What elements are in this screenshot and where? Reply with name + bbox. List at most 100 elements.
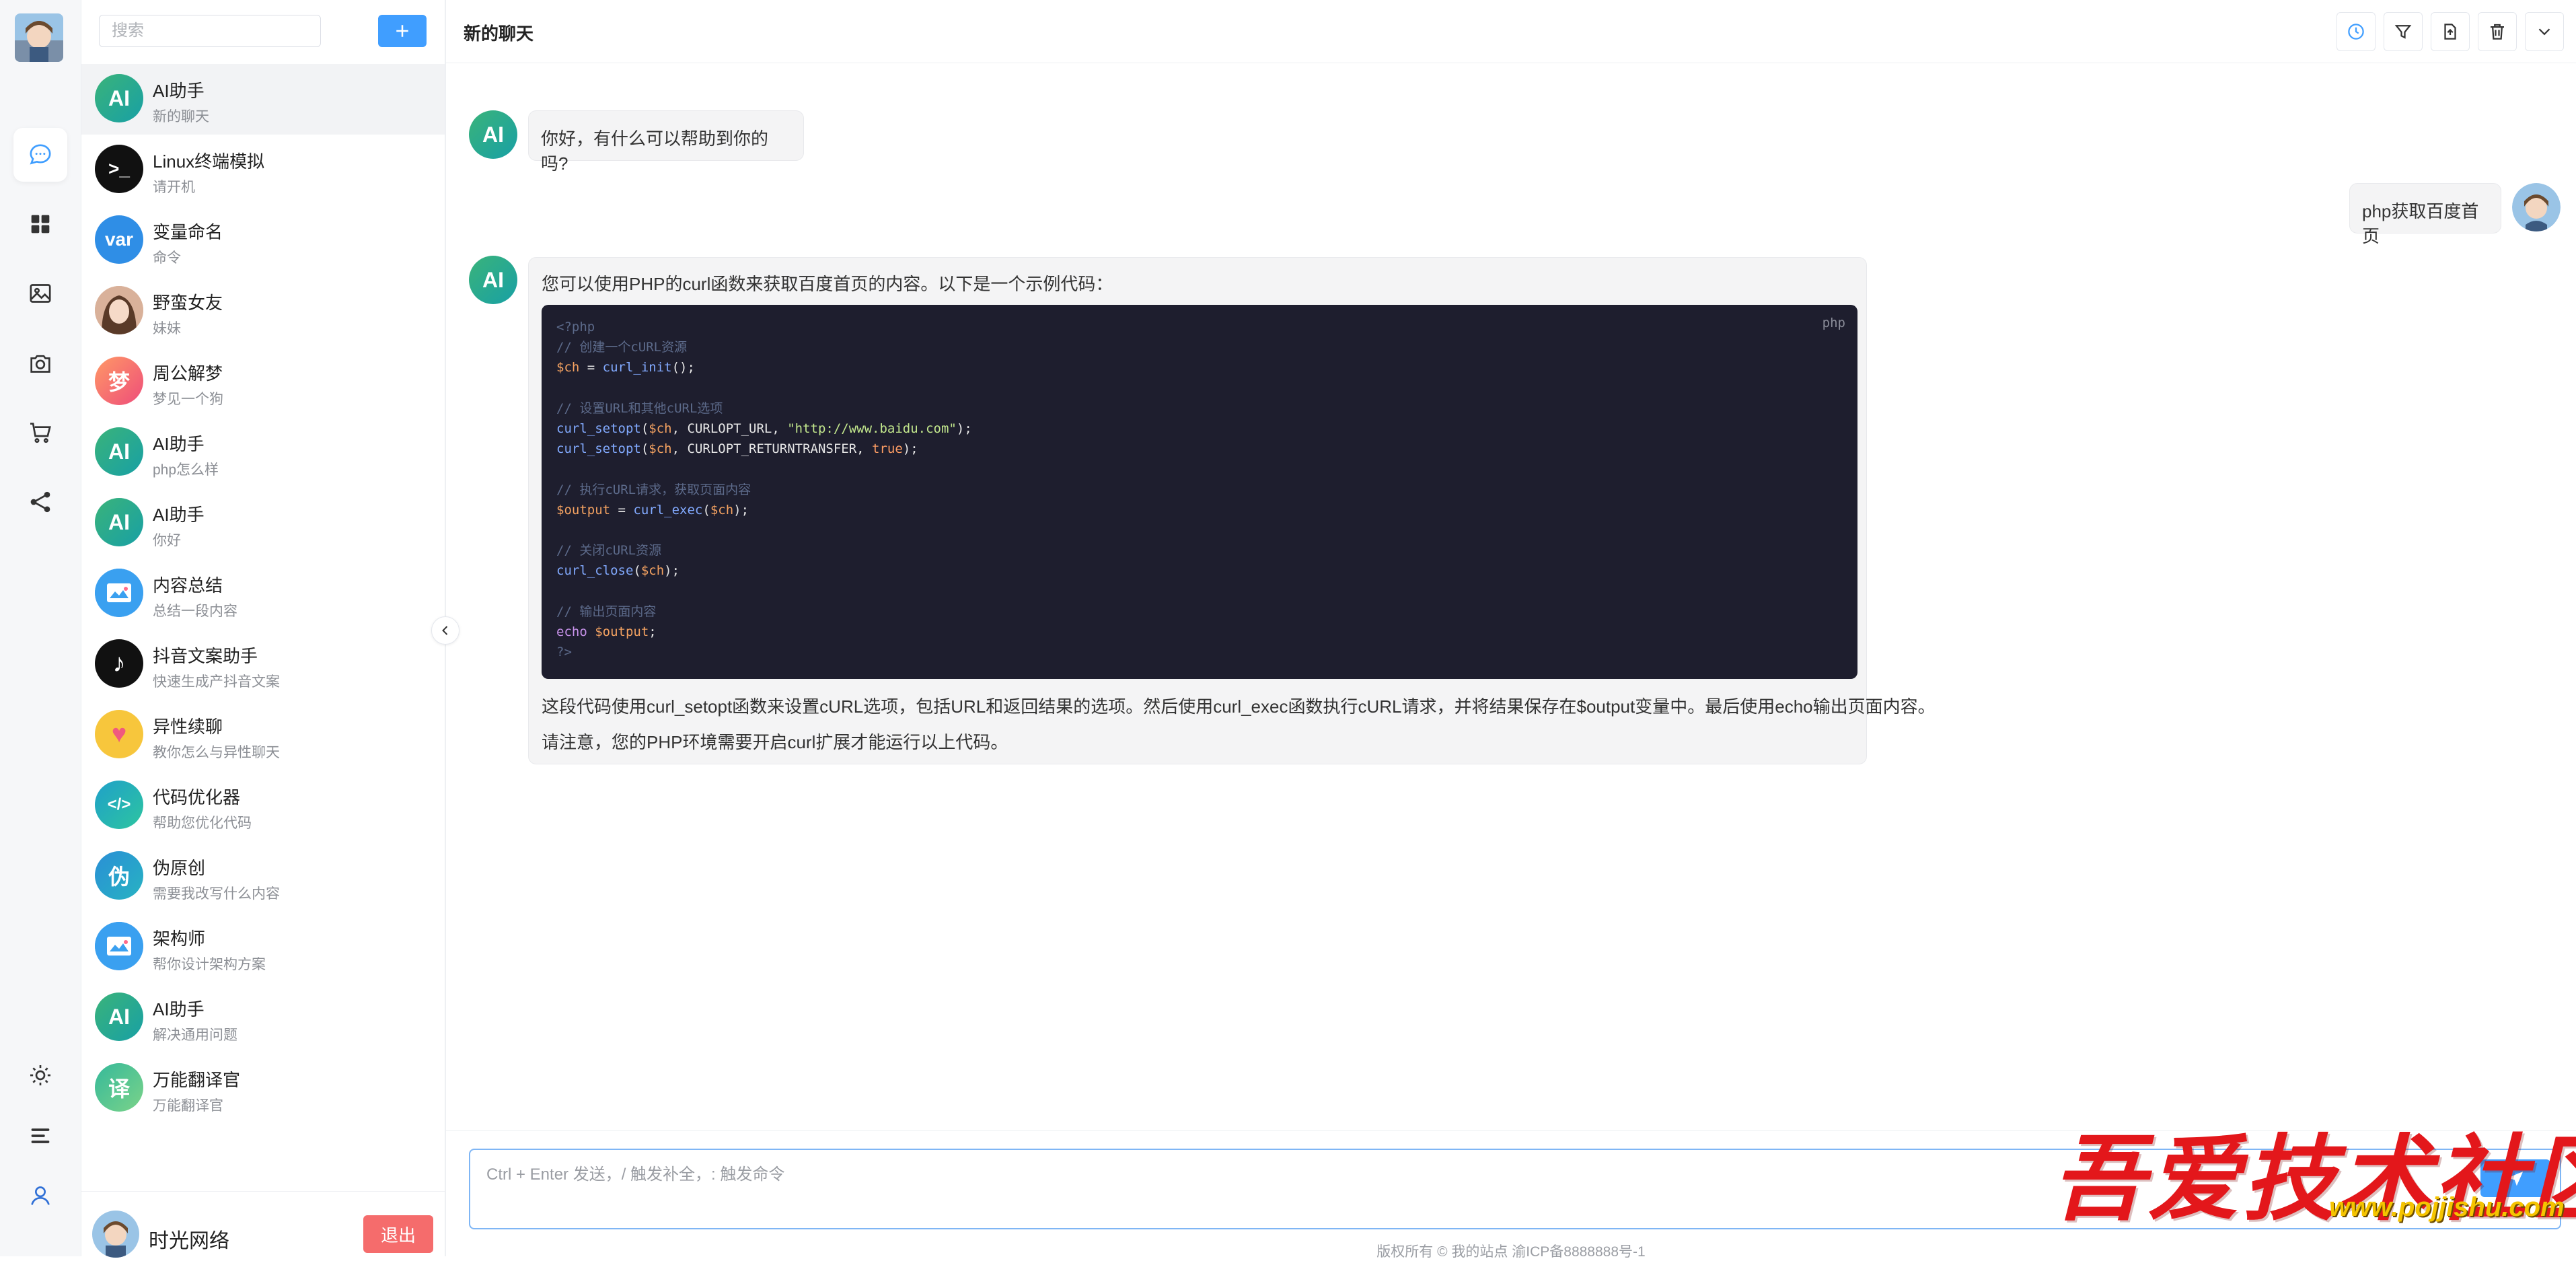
chat-list-item[interactable]: 伪 伪原创 需要我改写什么内容 (81, 841, 445, 912)
chat-header: 新的聊天 (446, 0, 2576, 63)
rail-theme-button[interactable] (13, 1048, 67, 1102)
chat-list-item[interactable]: 野蛮女友 妹妹 (81, 276, 445, 347)
code-line: curl_setopt($ch, CURLOPT_URL, "http://ww… (556, 421, 972, 436)
architect-icon (95, 922, 143, 970)
chat-title: Linux终端模拟 (153, 151, 265, 172)
export-icon (2444, 24, 2456, 40)
chat-list-item[interactable]: AI AI助手 php怎么样 (81, 417, 445, 488)
rail-profile-button[interactable] (13, 1169, 67, 1223)
delete-button[interactable] (2478, 12, 2517, 51)
chat-main: 新的聊天 AI 你好，有什么可以帮助到你的吗? php获取百度首页 AI 您可以… (446, 0, 2576, 1260)
heart-icon: ♥ (95, 710, 143, 758)
rail-chat-button[interactable] (13, 128, 67, 182)
code-line: ?> (556, 645, 572, 659)
logout-button[interactable]: 退出 (363, 1215, 433, 1253)
chat-title: 异性续聊 (153, 717, 223, 737)
chat-list-item[interactable]: AI AI助手 解决通用问题 (81, 982, 445, 1053)
menu-icon (31, 1128, 50, 1143)
chat-list: AI AI助手 新的聊天 >_ Linux终端模拟 请开机 var 变量命名 命… (81, 64, 445, 1124)
chat-list-item[interactable]: 架构师 帮你设计架构方案 (81, 912, 445, 982)
reply-note: 请注意，您的PHP环境需要开启curl扩展才能运行以上代码。 (542, 732, 1008, 752)
user-avatar (2512, 183, 2561, 231)
chat-title: AI助手 (153, 81, 205, 101)
chat-avatar: AI (95, 993, 143, 1041)
chat-avatar: 译 (95, 1063, 143, 1112)
sidebar-footer: 时光网络 退出 (81, 1191, 445, 1258)
clock-icon (2348, 24, 2364, 40)
chat-avatar: 梦 (95, 357, 143, 405)
chat-list-item[interactable]: AI AI助手 新的聊天 (81, 64, 445, 135)
chat-list-item[interactable]: AI AI助手 你好 (81, 488, 445, 559)
chat-subtitle: 帮助您优化代码 (153, 816, 252, 831)
tiktok-icon: ♪ (95, 639, 143, 688)
cart-icon (30, 423, 51, 443)
chat-title: AI助手 (153, 999, 205, 1019)
trash-icon (2491, 24, 2504, 40)
ai-avatar: AI (469, 256, 517, 304)
chat-avatar: AI (95, 74, 143, 122)
left-rail (0, 0, 81, 1256)
more-button[interactable] (2525, 12, 2564, 51)
ai-avatar: AI (469, 110, 517, 159)
filter-button[interactable] (2384, 12, 2423, 51)
user-name: 时光网络 (149, 1230, 229, 1252)
chat-subtitle: 梦见一个狗 (153, 392, 223, 407)
search-input[interactable] (99, 15, 321, 47)
app-logo[interactable] (15, 13, 63, 62)
chat-title: 架构师 (153, 929, 206, 949)
user-message-bubble: php获取百度首页 (2349, 183, 2501, 246)
chat-subtitle: 快速生成产抖音文案 (153, 674, 280, 690)
chat-title: AI助手 (153, 434, 205, 454)
filter-icon (2394, 25, 2412, 39)
code-line: $output = curl_exec($ch); (556, 502, 749, 517)
chat-title: 抖音文案助手 (153, 646, 258, 666)
chat-list-item[interactable]: >_ Linux终端模拟 请开机 (81, 135, 445, 205)
image-icon (30, 284, 51, 303)
chat-list-item[interactable]: ♥ 异性续聊 教你怎么与异性聊天 (81, 700, 445, 770)
chat-avatar: 伪 (95, 851, 143, 900)
chat-title: 变量命名 (153, 222, 223, 242)
rail-share-button[interactable] (13, 475, 67, 529)
ai-message-bubble: 您可以使用PHP的curl函数来获取百度首页的内容。以下是一个示例代码： php… (528, 257, 1936, 764)
grid-icon (31, 215, 50, 233)
message-text: 你好，有什么可以帮助到你的吗? (541, 129, 769, 174)
chat-subtitle: 命令 (153, 250, 181, 266)
chat-subtitle: php怎么样 (153, 462, 219, 478)
reply-intro: 您可以使用PHP的curl函数来获取百度首页的内容。以下是一个示例代码： (542, 274, 1113, 294)
rail-camera-button[interactable] (13, 336, 67, 390)
code-icon: </> (95, 781, 143, 829)
chat-avatar: var (95, 215, 143, 264)
code-language-label: php (1822, 316, 1845, 330)
code-line: // 关闭cURL资源 (556, 543, 662, 559)
plus-icon (396, 25, 408, 37)
user-icon (31, 1186, 50, 1205)
sun-icon (30, 1065, 50, 1085)
chat-list-item[interactable]: 译 万能翻译官 万能翻译官 (81, 1053, 445, 1124)
chat-title: 周公解梦 (153, 363, 223, 384)
chat-list-item[interactable]: 梦 周公解梦 梦见一个狗 (81, 347, 445, 417)
chat-avatar: AI (95, 427, 143, 476)
new-chat-button[interactable] (378, 15, 427, 47)
chat-list-item[interactable]: </> 代码优化器 帮助您优化代码 (81, 770, 445, 841)
chat-subtitle: 帮你设计架构方案 (153, 957, 266, 972)
export-button[interactable] (2431, 12, 2470, 51)
chat-list-item[interactable]: 内容总结 总结一段内容 (81, 559, 445, 629)
history-button[interactable] (2336, 12, 2376, 51)
page-title: 新的聊天 (464, 24, 534, 44)
code-block: php <?php // 创建一个cURL资源 $ch = curl_init(… (542, 305, 1857, 679)
chat-list-item[interactable]: ♪ 抖音文案助手 快速生成产抖音文案 (81, 629, 445, 700)
rail-menu-button[interactable] (13, 1109, 67, 1163)
chat-subtitle: 妹妹 (153, 321, 181, 336)
rail-images-button[interactable] (13, 266, 67, 320)
chat-title: 代码优化器 (153, 787, 241, 807)
rail-shop-button[interactable] (13, 406, 67, 460)
code-line: // 设置URL和其他cURL选项 (556, 400, 723, 416)
chat-avatar: AI (95, 498, 143, 546)
chat-list-item[interactable]: var 变量命名 命令 (81, 205, 445, 276)
user-avatar[interactable] (92, 1211, 139, 1258)
chat-subtitle: 你好 (153, 533, 181, 548)
rail-apps-button[interactable] (13, 197, 67, 251)
share-icon (30, 491, 50, 513)
code-line: // 输出页面内容 (556, 604, 657, 619)
